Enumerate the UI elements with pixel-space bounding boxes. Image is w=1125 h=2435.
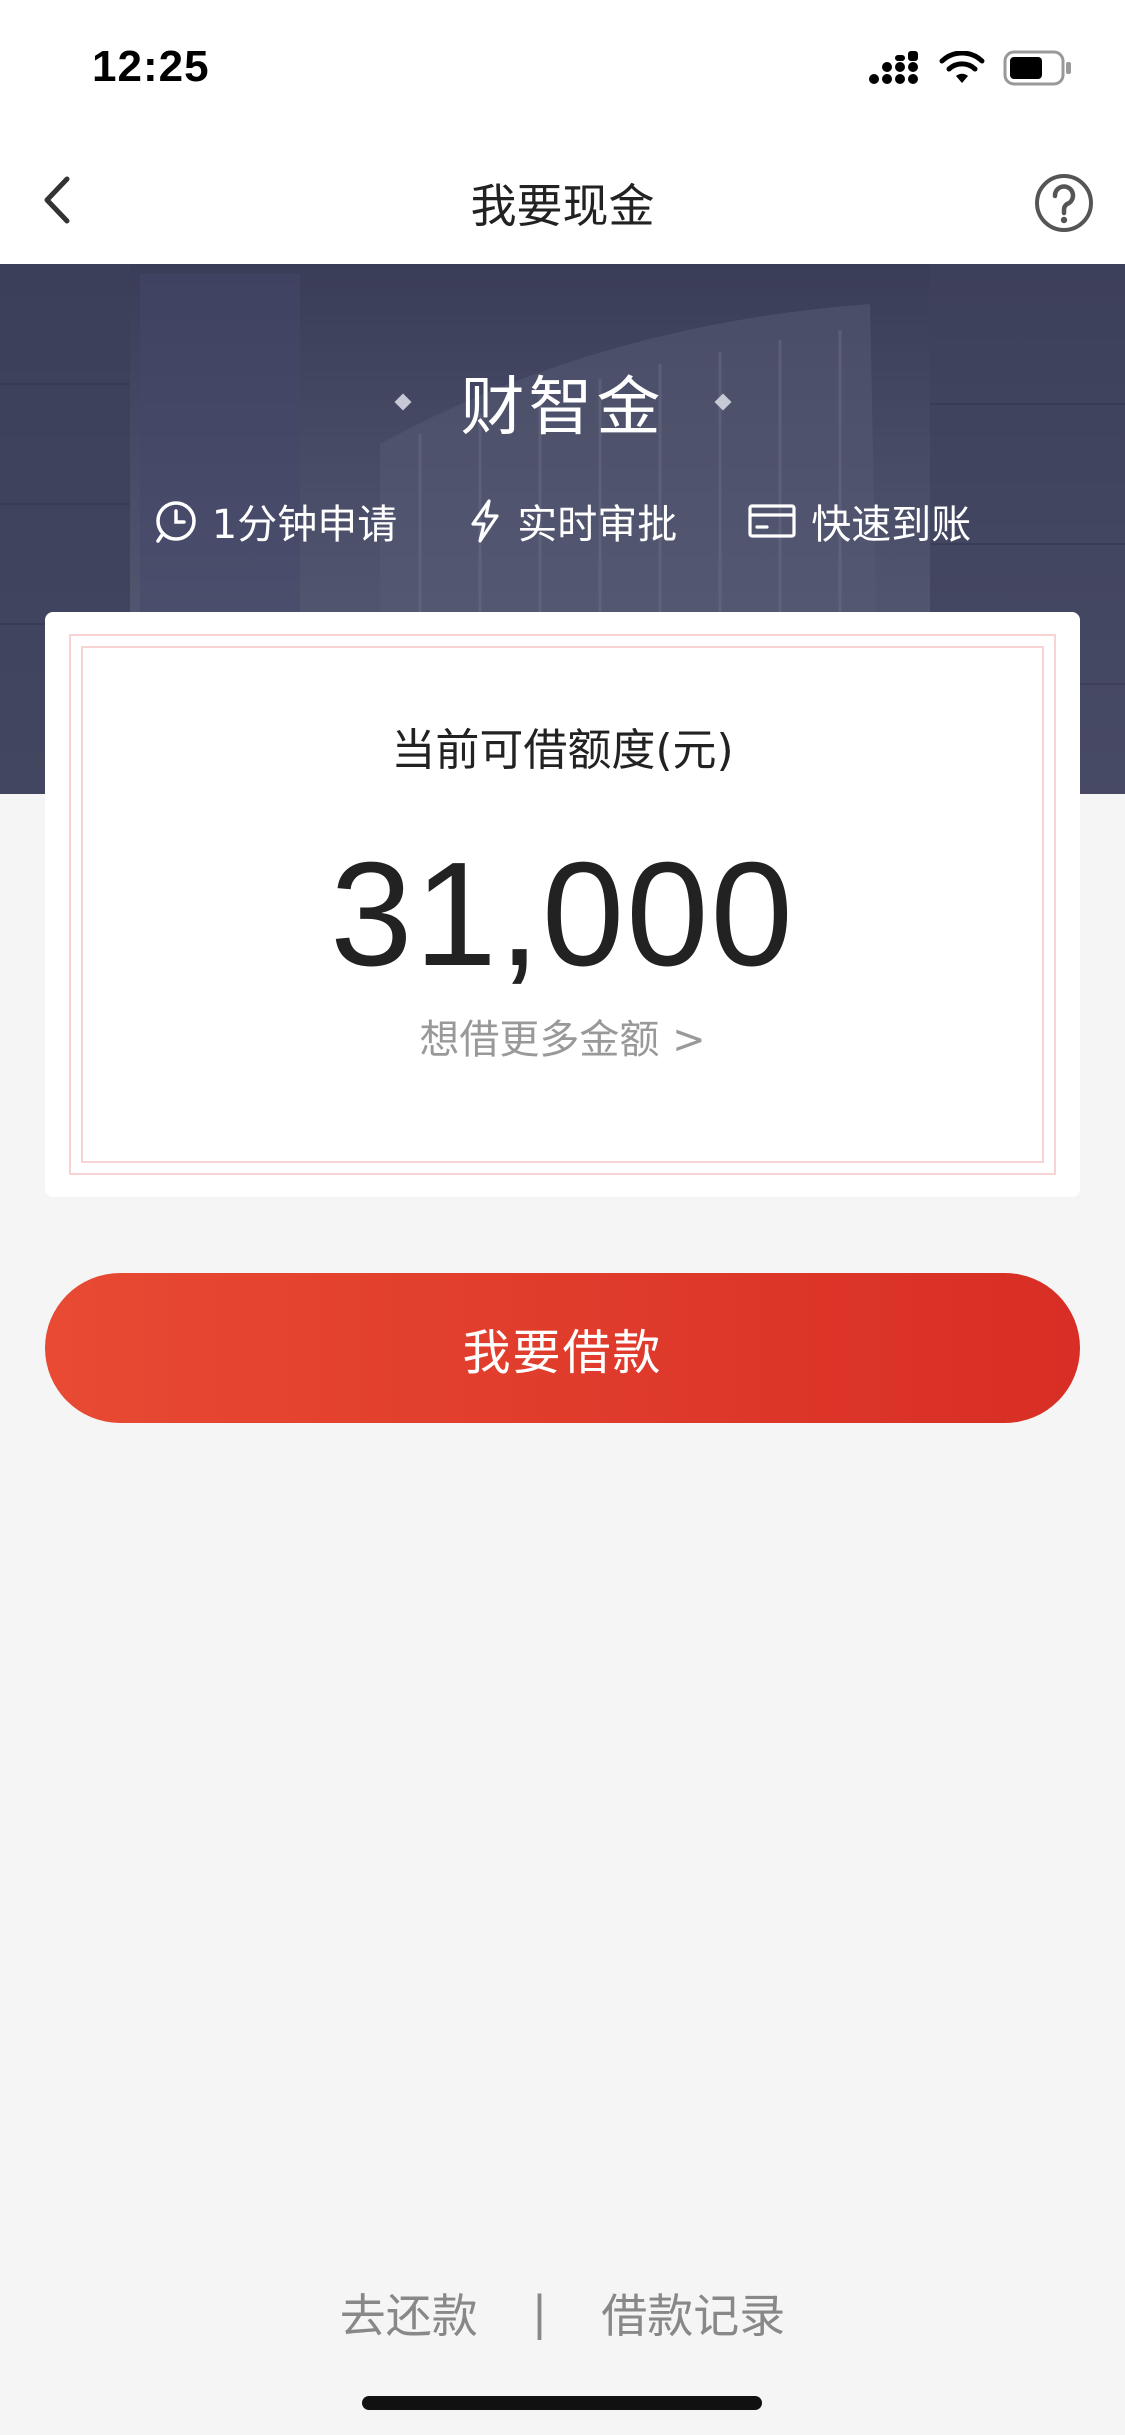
status-time: 12:25 [92, 42, 210, 91]
feature-list: 1分钟申请 实时审批 快速到账 [0, 492, 1125, 550]
diamond-dot-icon [714, 393, 731, 411]
status-icons [869, 50, 1073, 90]
feature-label: 实时审批 [517, 502, 678, 548]
footer-separator: | [531, 2286, 548, 2340]
increase-limit-link[interactable]: 想借更多金额 > [45, 1007, 1080, 1065]
home-indicator[interactable] [362, 2396, 762, 2410]
question-circle-icon [1033, 174, 1095, 238]
feature-payout: 快速到账 [747, 492, 971, 550]
feature-approval: 实时审批 [467, 492, 677, 550]
feature-label: 快速到账 [811, 502, 972, 548]
feature-label: 1分钟申请 [211, 502, 398, 548]
repay-link[interactable]: 去还款 [332, 2280, 486, 2346]
clock-icon [154, 499, 198, 543]
help-button[interactable] [1033, 172, 1095, 234]
status-bar: 12:25 [0, 0, 1125, 140]
credit-limit-label: 当前可借额度(元) [391, 725, 734, 776]
card-icon [747, 502, 797, 540]
lightning-icon [467, 498, 503, 544]
footer-links: 去还款 | 借款记录 [0, 2280, 1125, 2346]
page: 12:25 我要现金 财智金 1分钟申请 实时审批 快速到账 当前可借额度(元)… [0, 0, 1125, 2435]
borrow-button[interactable]: 我要借款 [45, 1273, 1080, 1423]
credit-limit-amount: 31,000 [330, 832, 795, 997]
page-title: 我要现金 [470, 179, 655, 233]
credit-limit-card: 当前可借额度(元) 31,000 想借更多金额 > [45, 612, 1080, 1197]
product-name: 财智金 [460, 371, 665, 445]
loan-records-link[interactable]: 借款记录 [593, 2280, 793, 2346]
feature-apply: 1分钟申请 [154, 492, 397, 550]
diamond-dot-icon [394, 393, 411, 411]
wifi-icon [939, 50, 985, 89]
cellular-signal-icon [869, 51, 921, 89]
battery-icon [1003, 50, 1073, 90]
banner-title-row: 财智金 [0, 356, 1125, 448]
nav-bar: 我要现金 [0, 140, 1125, 264]
